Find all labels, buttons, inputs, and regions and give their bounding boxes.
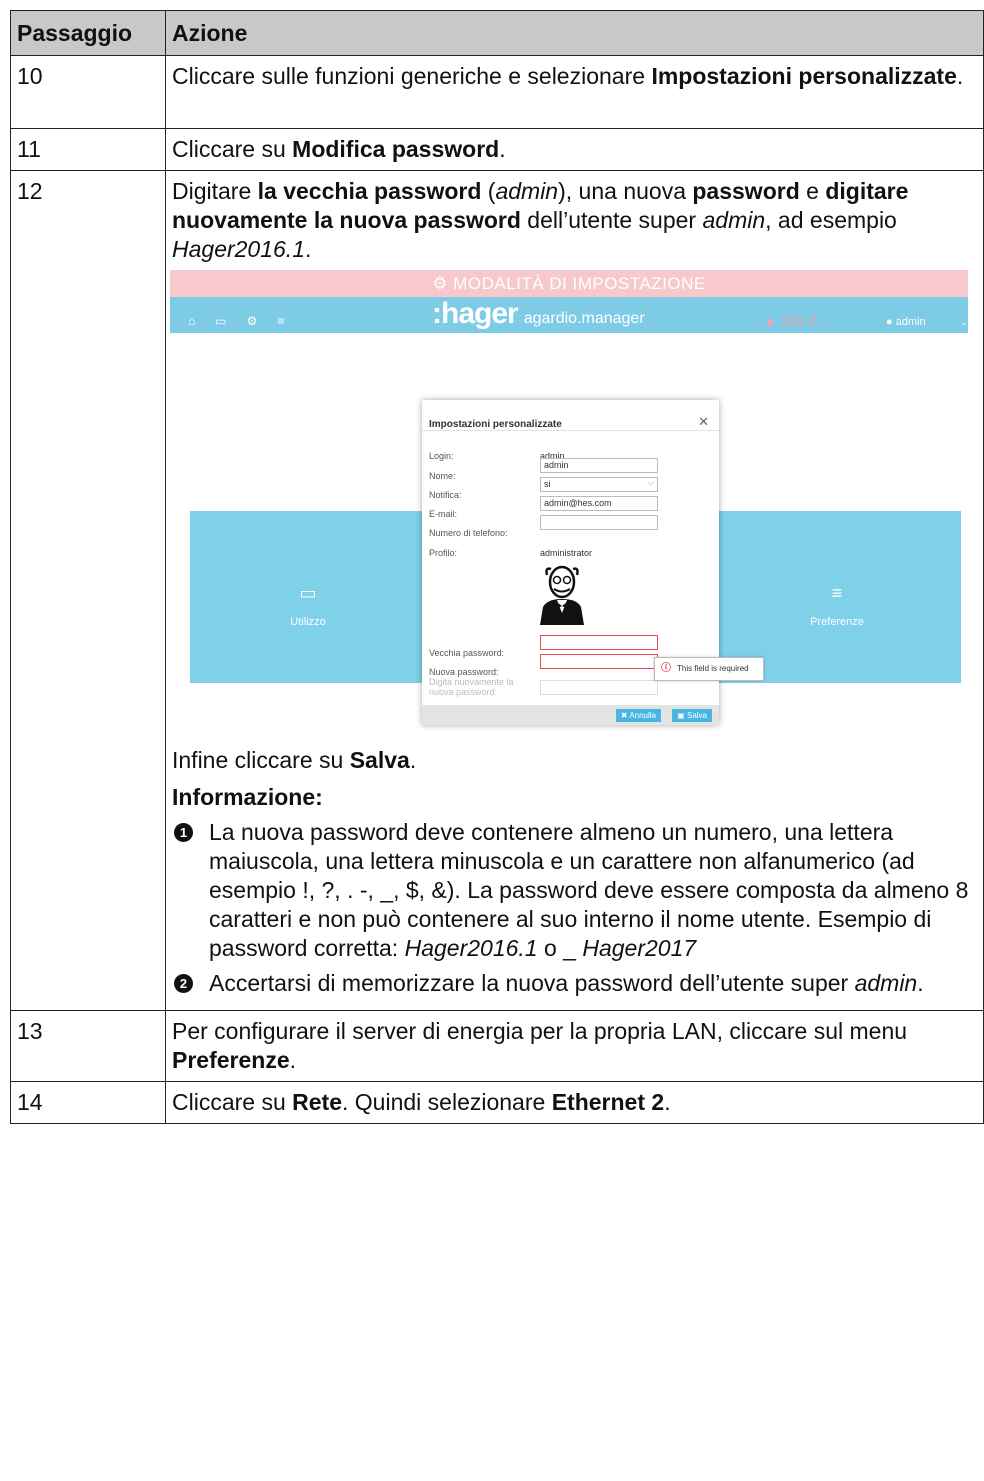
sliders-icon[interactable]: ≡	[277, 307, 284, 336]
table-row: 14 Cliccare su Rete. Quindi selezionare …	[10, 1081, 984, 1124]
list-item: 1 La nuova password deve contenere almeno…	[172, 818, 977, 963]
step-number: 12	[10, 170, 166, 1011]
table-row: 12 Digitare la vecchia password (admin),…	[10, 170, 984, 1011]
step-number: 13	[10, 1010, 166, 1082]
app-screenshot: ⚙ MODALITÀ DI IMPOSTAZIONE ⌂ ▭ ⚙ ≡ :hage…	[170, 270, 968, 736]
chevron-down-icon[interactable]: ⌄	[960, 308, 968, 337]
procedure-table: Passaggio Azione 10 Cliccare sulle funzi…	[10, 10, 984, 1124]
floppy-icon: ▣	[677, 711, 685, 720]
save-button[interactable]: ▣ Salva	[672, 709, 712, 722]
warning-icon: ▲	[764, 313, 777, 328]
laptop-icon: ▭	[299, 583, 317, 603]
alert-indicator[interactable]: ▲ 1(0) ⊘	[764, 306, 818, 335]
tile-utilizzo[interactable]: ▭ Utilizzo	[190, 511, 426, 683]
close-icon: ✖	[620, 711, 628, 720]
column-header-action: Azione	[165, 10, 984, 56]
step-number: 10	[10, 55, 166, 129]
dialog-footer: ✖ Annulla ▣ Salva	[422, 705, 719, 725]
top-navbar: ⌂ ▭ ⚙ ≡ :hager agardio.manager ▲ 1(0) ⊘ ●…	[170, 297, 968, 333]
cancel-button[interactable]: ✖ Annulla	[615, 709, 661, 722]
step-instruction: Digitare la vecchia password (admin), un…	[172, 178, 909, 262]
column-header-step: Passaggio	[10, 10, 166, 56]
avatar	[540, 565, 584, 625]
list-item: 2 Accertarsi di memorizzare la nuova pass…	[172, 969, 977, 998]
final-instruction: Infine cliccare su Salva.	[172, 747, 417, 773]
laptop-icon[interactable]: ▭	[215, 307, 226, 336]
email-field[interactable]: admin@hes.com	[540, 496, 658, 511]
step-action: Cliccare sulle funzioni generiche e sele…	[165, 55, 984, 129]
table-row: 10 Cliccare sulle funzioni generiche e s…	[10, 55, 984, 129]
user-icon: ●	[886, 316, 893, 328]
number-badge: 1	[174, 823, 193, 842]
step-number: 11	[10, 128, 166, 171]
brand-logo: :hager agardio.manager	[432, 297, 645, 330]
step-action: Cliccare su Rete. Quindi selezionare Eth…	[165, 1081, 984, 1124]
home-icon[interactable]: ⌂	[188, 307, 195, 336]
phone-field[interactable]	[540, 515, 658, 530]
table-row: 13 Per configurare il server di energia …	[10, 1010, 984, 1082]
step-action: Digitare la vecchia password (admin), un…	[165, 170, 984, 1011]
info-list: 1 La nuova password deve contenere almeno…	[172, 818, 977, 998]
info-title: Informazione:	[172, 784, 323, 810]
number-badge: 2	[174, 974, 193, 993]
mute-icon: ⊘	[807, 313, 819, 328]
notify-select[interactable]: si	[540, 476, 658, 492]
step-number: 14	[10, 1081, 166, 1124]
user-menu[interactable]: ● admin	[886, 308, 926, 337]
dialog-title: Impostazioni personalizzate	[429, 419, 562, 430]
validation-tooltip: ⓘ This field is required	[654, 657, 764, 681]
error-icon: ⓘ	[661, 663, 671, 674]
gears-icon[interactable]: ⚙	[247, 307, 258, 336]
name-field[interactable]: admin	[540, 458, 658, 473]
repeat-password-field[interactable]	[540, 680, 658, 695]
new-password-field[interactable]	[540, 654, 658, 669]
close-icon[interactable]: ✕	[698, 407, 709, 436]
mode-bar: ⚙ MODALITÀ DI IMPOSTAZIONE	[170, 270, 968, 297]
step-action: Cliccare su Modifica password.	[165, 128, 984, 171]
settings-dialog: Impostazioni personalizzate ✕ Login: adm…	[422, 400, 764, 725]
sliders-icon: ≡	[831, 583, 843, 603]
old-password-field[interactable]	[540, 635, 658, 650]
table-row: 11 Cliccare su Modifica password.	[10, 128, 984, 171]
step-action: Per configurare il server di energia per…	[165, 1010, 984, 1082]
table-header-row: Passaggio Azione	[10, 10, 984, 56]
